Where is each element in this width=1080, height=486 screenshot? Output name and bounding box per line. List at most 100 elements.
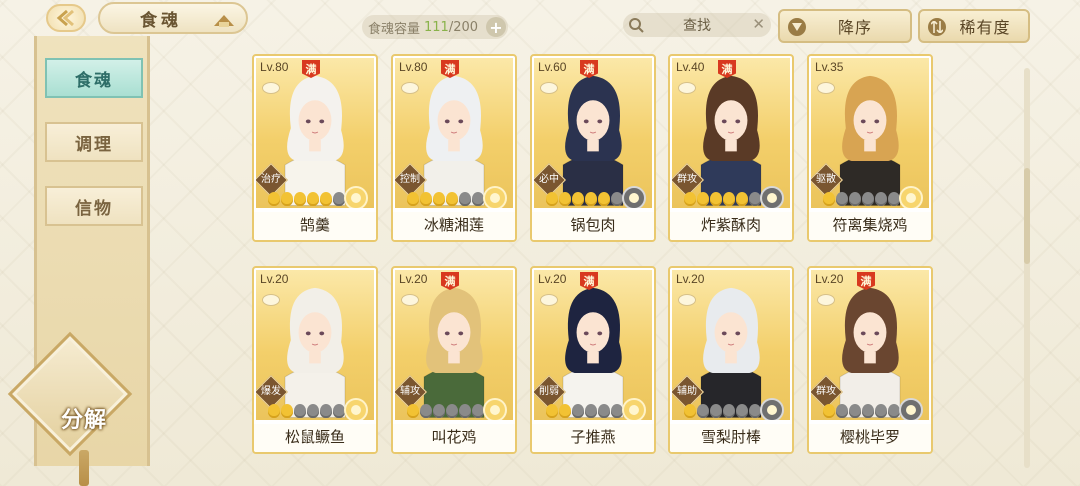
role-label: 削弱: [539, 386, 559, 397]
character-name: 符离集烧鸡: [809, 212, 931, 240]
character-portrait: Lv.20 辅助: [672, 270, 790, 420]
character-portrait: Lv.20 满 削弱: [534, 270, 652, 420]
decompose-label: 分解: [60, 408, 107, 433]
character-card[interactable]: Lv.35 驱散 符离集烧鸡: [807, 54, 933, 242]
chat-bubble-icon: [540, 294, 558, 306]
level-label: Lv.80: [260, 60, 289, 74]
chat-bubble-icon: [678, 82, 696, 94]
star-rating: [823, 192, 900, 206]
star-icon: [446, 404, 458, 418]
character-card[interactable]: Lv.20 满 群攻 樱桃毕罗: [807, 266, 933, 454]
tab-seasoning[interactable]: 调理: [45, 122, 143, 162]
element-flower-icon: [344, 398, 368, 420]
chat-bubble-icon: [401, 82, 419, 94]
chat-bubble-icon: [401, 294, 419, 306]
search-input[interactable]: 查找 ✕: [623, 13, 771, 37]
element-flower-icon: [760, 186, 784, 208]
sort-key-button[interactable]: 稀有度: [918, 9, 1030, 43]
back-button[interactable]: [46, 4, 86, 32]
star-icon: [572, 192, 584, 206]
character-name: 松鼠鳜鱼: [254, 424, 376, 452]
capacity-current: 111: [424, 19, 449, 35]
role-label: 群攻: [816, 386, 836, 397]
character-card[interactable]: Lv.80 满 治疗 鹄羹: [252, 54, 378, 242]
tab-label: 调理: [75, 134, 113, 155]
clear-search-icon[interactable]: ✕: [752, 15, 765, 33]
chef-hat-icon: [214, 15, 234, 27]
character-card[interactable]: Lv.20 爆发 松鼠鳜鱼: [252, 266, 378, 454]
element-flower-icon: [483, 186, 507, 208]
scrollbar-track[interactable]: [1024, 68, 1030, 468]
star-icon: [849, 404, 861, 418]
character-name: 雪梨肘棒: [670, 424, 792, 452]
level-label: Lv.35: [815, 60, 844, 74]
star-icon: [723, 404, 735, 418]
star-icon: [585, 404, 597, 418]
level-label: Lv.20: [260, 272, 289, 286]
star-icon: [875, 192, 887, 206]
character-name: 樱桃毕罗: [809, 424, 931, 452]
star-icon: [572, 404, 584, 418]
star-icon: [268, 404, 280, 418]
character-card[interactable]: Lv.20 满 辅攻 叫花鸡: [391, 266, 517, 454]
level-label: Lv.20: [676, 272, 705, 286]
element-flower-icon: [622, 186, 646, 208]
element-flower-icon: [899, 186, 923, 208]
level-label: Lv.80: [399, 60, 428, 74]
scrollbar-thumb[interactable]: [1024, 168, 1030, 264]
star-rating: [546, 404, 623, 418]
add-capacity-button[interactable]: +: [486, 17, 506, 37]
star-icon: [736, 404, 748, 418]
level-label: Lv.60: [538, 60, 567, 74]
star-rating: [546, 192, 623, 206]
triangle-down-icon: [788, 18, 806, 36]
tab-tokens[interactable]: 信物: [45, 186, 143, 226]
star-icon: [281, 404, 293, 418]
role-label: 控制: [400, 174, 420, 185]
tab-food-souls[interactable]: 食魂: [45, 58, 143, 98]
element-flower-icon: [622, 398, 646, 420]
star-icon: [723, 192, 735, 206]
character-portrait: Lv.40 满 群攻: [672, 58, 790, 208]
star-icon: [446, 192, 458, 206]
role-label: 爆发: [261, 386, 281, 397]
level-label: Lv.20: [815, 272, 844, 286]
star-icon: [823, 404, 835, 418]
star-icon: [320, 192, 332, 206]
sort-order-button[interactable]: 降序: [778, 9, 912, 43]
character-portrait: Lv.60 满 必中: [534, 58, 652, 208]
star-rating: [268, 404, 345, 418]
star-icon: [875, 404, 887, 418]
star-icon: [598, 192, 610, 206]
star-icon: [459, 192, 471, 206]
character-card[interactable]: Lv.60 满 必中 锅包肉: [530, 54, 656, 242]
level-label: Lv.20: [538, 272, 567, 286]
chat-bubble-icon: [262, 294, 280, 306]
character-portrait: Lv.80 满 控制: [395, 58, 513, 208]
star-icon: [823, 192, 835, 206]
element-flower-icon: [483, 398, 507, 420]
character-card[interactable]: Lv.20 满 削弱 子推燕: [530, 266, 656, 454]
role-label: 必中: [539, 174, 559, 185]
star-rating: [823, 404, 900, 418]
element-flower-icon: [899, 398, 923, 420]
role-label: 驱散: [816, 174, 836, 185]
star-icon: [420, 192, 432, 206]
page-title: 食魂: [140, 10, 182, 31]
character-card[interactable]: Lv.20 辅助 雪梨肘棒: [668, 266, 794, 454]
character-card[interactable]: Lv.80 满 控制 冰糖湘莲: [391, 54, 517, 242]
star-icon: [559, 404, 571, 418]
star-icon: [433, 404, 445, 418]
star-icon: [862, 192, 874, 206]
star-icon: [420, 404, 432, 418]
character-card[interactable]: Lv.40 满 群攻 炸紫酥肉: [668, 54, 794, 242]
tassel-ornament: [79, 450, 89, 486]
star-icon: [559, 192, 571, 206]
star-rating: [684, 404, 761, 418]
star-icon: [307, 192, 319, 206]
star-icon: [546, 192, 558, 206]
sort-key-label: 稀有度: [959, 18, 1011, 37]
star-icon: [268, 192, 280, 206]
star-icon: [836, 192, 848, 206]
search-placeholder: 查找: [683, 18, 711, 34]
